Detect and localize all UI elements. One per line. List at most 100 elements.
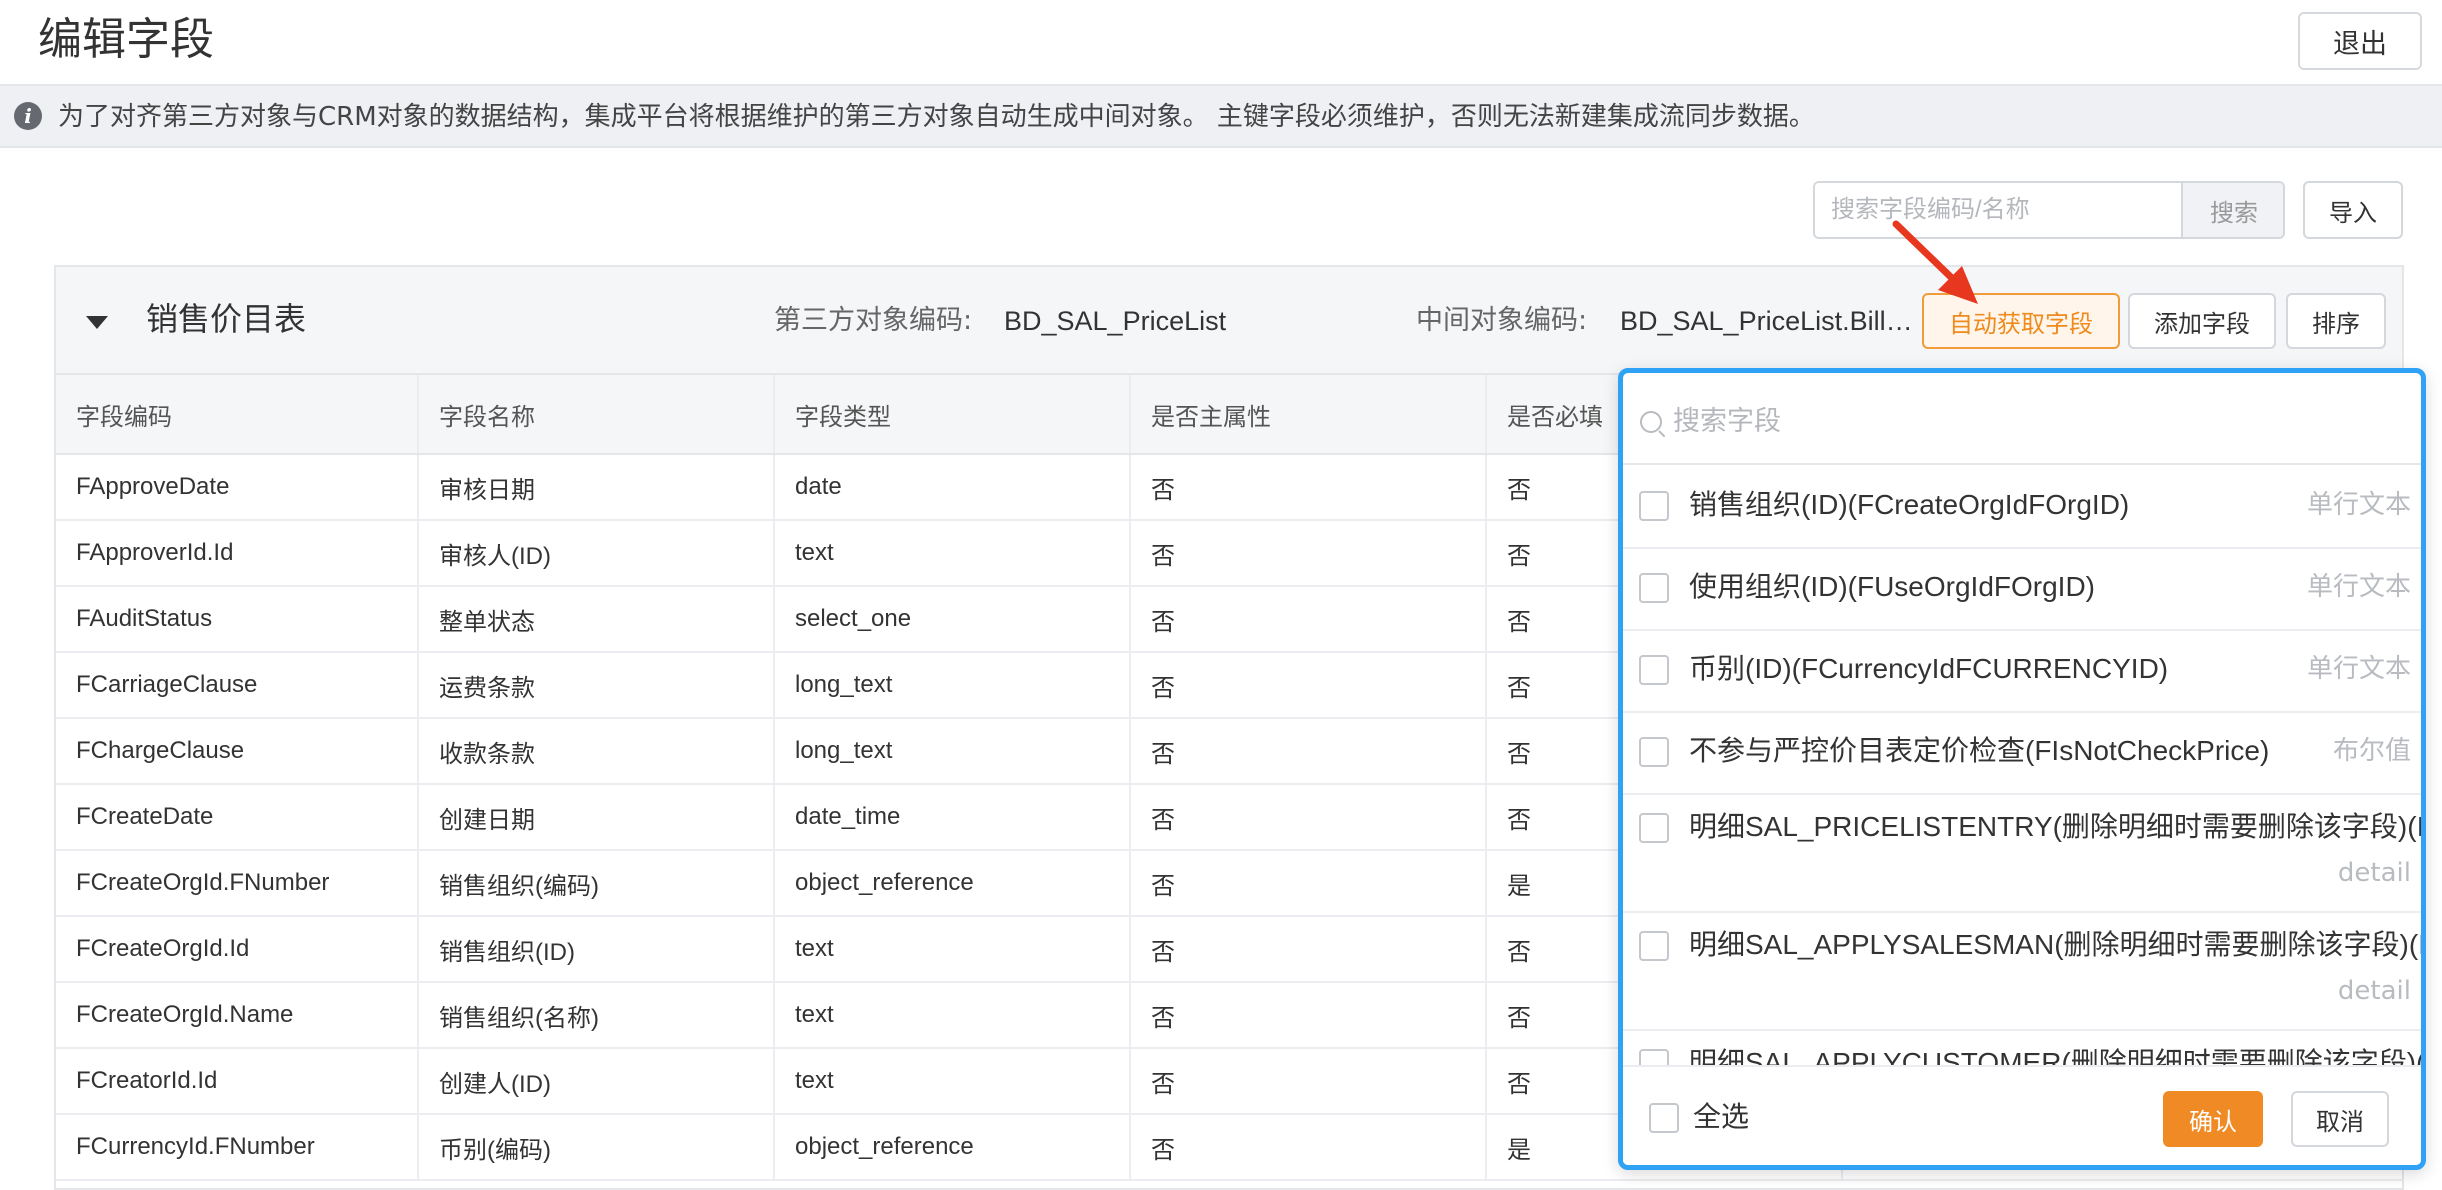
table-cell: FChargeClause xyxy=(56,719,419,783)
popup-list-item[interactable]: 使用组织(ID)(FUseOrgIdFOrgID) 单行文本 xyxy=(1623,549,2421,631)
table-cell: 否 xyxy=(1131,851,1487,915)
middle-code-label: 中间对象编码: xyxy=(1416,305,1588,336)
table-cell: FCarriageClause xyxy=(56,653,419,717)
popup-search-input[interactable] xyxy=(1673,393,2393,449)
caret-down-icon[interactable] xyxy=(86,316,108,329)
popup-list-item[interactable]: 明细SAL_APPLYCUSTOMER(删除明细时需要删除该字段)(detail xyxy=(1623,1031,2421,1067)
field-checkbox[interactable] xyxy=(1639,655,1669,685)
table-cell: 否 xyxy=(1131,587,1487,651)
table-cell: FCreatorId.Id xyxy=(56,1049,419,1113)
cancel-button[interactable]: 取消 xyxy=(2291,1091,2389,1147)
table-cell: 创建人(ID) xyxy=(419,1049,775,1113)
table-cell: FCreateOrgId.Id xyxy=(56,917,419,981)
table-cell: FApproverId.Id xyxy=(56,521,419,585)
field-checkbox[interactable] xyxy=(1639,491,1669,521)
table-cell: 审核日期 xyxy=(419,455,775,519)
page-title: 编辑字段 xyxy=(38,14,214,65)
field-option-type: detail xyxy=(2337,858,2411,888)
field-checkbox[interactable] xyxy=(1639,813,1669,843)
table-cell: long_text xyxy=(775,653,1131,717)
field-option-label: 币别(ID)(FCurrencyIdFCURRENCYID) xyxy=(1689,653,2169,684)
table-cell: 否 xyxy=(1131,455,1487,519)
popup-list-item[interactable]: 不参与严控价目表定价检查(FIsNotCheckPrice) 布尔值 xyxy=(1623,713,2421,795)
middle-code-value: BD_SAL_PriceList.BillHead xyxy=(1620,306,1914,336)
table-cell: 销售组织(名称) xyxy=(419,983,775,1047)
select-all-checkbox[interactable] xyxy=(1649,1103,1679,1133)
field-option-type: 单行文本 xyxy=(2306,490,2411,520)
popup-list-item[interactable]: 明细SAL_APPLYSALESMAN(删除明细时需要删除该字段)(Idetai… xyxy=(1623,913,2421,1031)
field-picker-popup: 销售组织(ID)(FCreateOrgIdFOrgID)单行文本使用组织(ID)… xyxy=(1618,368,2426,1170)
field-checkbox[interactable] xyxy=(1639,573,1669,603)
info-icon: i xyxy=(14,102,42,130)
table-cell: 币别(编码) xyxy=(419,1115,775,1179)
table-cell: date xyxy=(775,455,1131,519)
table-cell: 创建日期 xyxy=(419,785,775,849)
table-cell: 运费条款 xyxy=(419,653,775,717)
table-cell: text xyxy=(775,983,1131,1047)
table-cell: 收款条款 xyxy=(419,719,775,783)
popup-list-item[interactable]: 明细SAL_PRICELISTENTRY(删除明细时需要删除该字段)(Ideta… xyxy=(1623,795,2421,913)
third-party-code-label: 第三方对象编码: xyxy=(774,305,973,336)
table-cell: date_time xyxy=(775,785,1131,849)
column-header: 字段编码 xyxy=(56,375,419,453)
table-cell: 否 xyxy=(1131,917,1487,981)
popup-search xyxy=(1623,373,2421,465)
notice-text: 为了对齐第三方对象与CRM对象的数据结构，集成平台将根据维护的第三方对象自动生成… xyxy=(58,102,1815,132)
confirm-button[interactable]: 确认 xyxy=(2163,1091,2263,1147)
sort-button[interactable]: 排序 xyxy=(2286,293,2386,349)
table-cell: 否 xyxy=(1131,1115,1487,1179)
table-cell: 否 xyxy=(1131,653,1487,717)
add-field-button[interactable]: 添加字段 xyxy=(2128,293,2276,349)
table-cell: FCreateDate xyxy=(56,785,419,849)
column-header: 字段名称 xyxy=(419,375,775,453)
field-option-label: 销售组织(ID)(FCreateOrgIdFOrgID) xyxy=(1689,489,2130,520)
table-cell: FApproveDate xyxy=(56,455,419,519)
red-arrow-annotation xyxy=(1892,220,1978,304)
table-cell: 销售组织(ID) xyxy=(419,917,775,981)
third-party-code-value: BD_SAL_PriceList xyxy=(1004,306,1227,336)
table-cell: FCreateOrgId.Name xyxy=(56,983,419,1047)
table-cell: FCurrencyId.FNumber xyxy=(56,1115,419,1179)
table-cell: 否 xyxy=(1131,983,1487,1047)
field-search-input[interactable] xyxy=(1815,183,2181,237)
field-option-type: detail xyxy=(2337,976,2411,1006)
table-cell: 否 xyxy=(1131,719,1487,783)
popup-field-list: 销售组织(ID)(FCreateOrgIdFOrgID) 单行文本 使用组织(ID)… xyxy=(1623,467,2421,1067)
table-cell: 否 xyxy=(1131,521,1487,585)
field-option-label: 明细SAL_APPLYSALESMAN(删除明细时需要删除该字段)(I xyxy=(1689,929,2421,960)
field-option-label: 明细SAL_PRICELISTENTRY(删除明细时需要删除该字段)(I xyxy=(1689,811,2421,842)
table-cell: 审核人(ID) xyxy=(419,521,775,585)
table-cell: 销售组织(编码) xyxy=(419,851,775,915)
import-button[interactable]: 导入 xyxy=(2303,181,2403,239)
search-icon xyxy=(1640,411,1662,433)
field-option-label: 明细SAL_APPLYCUSTOMER(删除明细时需要删除该字段)( xyxy=(1689,1047,2421,1067)
field-checkbox[interactable] xyxy=(1639,931,1669,961)
popup-list-item[interactable]: 币别(ID)(FCurrencyIdFCURRENCYID) 单行文本 xyxy=(1623,631,2421,713)
field-option-type: 单行文本 xyxy=(2306,572,2411,602)
notice-bar: i 为了对齐第三方对象与CRM对象的数据结构，集成平台将根据维护的第三方对象自动… xyxy=(0,86,2442,148)
section-header: 销售价目表 第三方对象编码: BD_SAL_PriceList 中间对象编码: … xyxy=(56,267,2402,375)
table-cell: 否 xyxy=(1131,1049,1487,1113)
table-cell: FAuditStatus xyxy=(56,587,419,651)
field-option-label: 不参与严控价目表定价检查(FIsNotCheckPrice) xyxy=(1689,735,2270,766)
table-cell: 否 xyxy=(1131,785,1487,849)
table-cell: text xyxy=(775,917,1131,981)
popup-footer: 全选 确认 取消 xyxy=(1623,1065,2421,1165)
exit-button[interactable]: 退出 xyxy=(2298,12,2422,70)
search-button[interactable]: 搜索 xyxy=(2181,183,2283,237)
table-cell: text xyxy=(775,521,1131,585)
table-cell: select_one xyxy=(775,587,1131,651)
field-checkbox[interactable] xyxy=(1639,737,1669,767)
field-option-type: 单行文本 xyxy=(2306,654,2411,684)
field-option-type: 布尔值 xyxy=(2332,736,2411,766)
table-cell: long_text xyxy=(775,719,1131,783)
section-title: 销售价目表 xyxy=(146,300,307,338)
select-all-label[interactable]: 全选 xyxy=(1693,1097,1749,1137)
column-header: 字段类型 xyxy=(775,375,1131,453)
popup-list-item[interactable]: 销售组织(ID)(FCreateOrgIdFOrgID) 单行文本 xyxy=(1623,467,2421,549)
table-cell: 整单状态 xyxy=(419,587,775,651)
table-cell: FCreateOrgId.FNumber xyxy=(56,851,419,915)
table-cell: text xyxy=(775,1049,1131,1113)
field-option-label: 使用组织(ID)(FUseOrgIdFOrgID) xyxy=(1689,571,2096,602)
table-cell: object_reference xyxy=(775,851,1131,915)
